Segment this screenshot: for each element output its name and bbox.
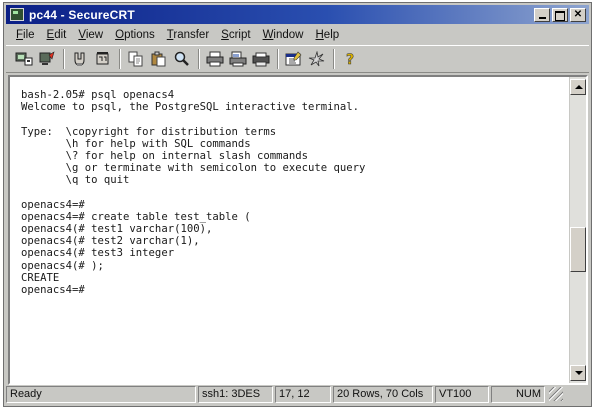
status-emulation: VT100 bbox=[435, 385, 489, 403]
terminal-line: openacs4(# test2 varchar(1), bbox=[21, 235, 200, 248]
menu-file[interactable]: File bbox=[10, 29, 41, 41]
svg-text:?: ? bbox=[346, 52, 354, 67]
menu-edit[interactable]: Edit bbox=[41, 29, 73, 41]
toolbar-separator bbox=[63, 49, 65, 69]
terminal-line: \q to quit bbox=[21, 174, 130, 187]
maximize-button[interactable] bbox=[552, 7, 568, 22]
print-selection-icon[interactable] bbox=[228, 50, 247, 69]
terminal-line: openacs4(# test1 varchar(100), bbox=[21, 223, 213, 236]
terminal-line: \? for help on internal slash commands bbox=[21, 149, 309, 162]
menu-bar: File Edit View Options Transfer Script W… bbox=[6, 25, 589, 44]
connect-tab-icon[interactable] bbox=[70, 50, 89, 69]
status-numlock: NUM bbox=[491, 385, 545, 403]
session-options-icon[interactable] bbox=[284, 50, 303, 69]
terminal-line: \g or terminate with semicolon to execut… bbox=[21, 162, 366, 175]
find-icon[interactable] bbox=[172, 50, 191, 69]
terminal-line: openacs4=# bbox=[21, 284, 85, 296]
menu-help[interactable]: Help bbox=[309, 29, 345, 41]
terminal-output[interactable]: bash-2.05# psql openacs4 Welcome to psql,… bbox=[10, 77, 569, 383]
terminal-frame: bash-2.05# psql openacs4 Welcome to psql,… bbox=[8, 75, 588, 385]
keymap-editor-icon[interactable] bbox=[307, 50, 326, 69]
status-cursor-position: 17, 12 bbox=[275, 385, 331, 403]
printer-setup-icon[interactable] bbox=[251, 50, 270, 69]
securecrt-app-icon[interactable] bbox=[10, 8, 24, 21]
menu-view[interactable]: View bbox=[72, 29, 109, 41]
toolbar-separator bbox=[119, 49, 121, 69]
terminal-line: Welcome to psql, the PostgreSQL interact… bbox=[21, 101, 360, 114]
status-bar: Ready ssh1: 3DES 17, 12 20 Rows, 70 Cols… bbox=[6, 384, 589, 404]
window-title: pc44 - SecureCRT bbox=[29, 7, 135, 22]
terminal-line: openacs4(# ); bbox=[21, 259, 104, 272]
quick-connect-icon[interactable] bbox=[37, 50, 56, 69]
terminal-line: CREATE bbox=[21, 271, 60, 284]
scroll-thumb[interactable] bbox=[570, 227, 586, 272]
toolbar-separator bbox=[277, 49, 279, 69]
resize-grip-icon[interactable] bbox=[549, 387, 563, 401]
status-terminal-size: 20 Rows, 70 Cols bbox=[333, 385, 433, 403]
menu-transfer[interactable]: Transfer bbox=[161, 29, 215, 41]
status-cipher: ssh1: 3DES bbox=[198, 385, 273, 403]
window-controls: ✕ bbox=[532, 7, 586, 22]
terminal-line: openacs4(# test3 integer bbox=[21, 247, 175, 260]
terminal-line: Type: \copyright for distribution terms bbox=[21, 125, 277, 138]
connect-icon[interactable] bbox=[14, 50, 33, 69]
status-ready: Ready bbox=[6, 385, 196, 403]
toolbar-separator bbox=[333, 49, 335, 69]
terminal-line: openacs4=# create table test_table ( bbox=[21, 210, 251, 223]
menu-window[interactable]: Window bbox=[257, 29, 310, 41]
terminal-line: \h for help with SQL commands bbox=[21, 137, 251, 150]
close-button[interactable]: ✕ bbox=[570, 7, 586, 22]
menu-options[interactable]: Options bbox=[109, 29, 161, 41]
securecrt-window: pc44 - SecureCRT ✕ File Edit View Option… bbox=[3, 2, 592, 407]
vertical-scrollbar[interactable] bbox=[569, 77, 586, 383]
menu-script[interactable]: Script bbox=[215, 29, 256, 41]
print-icon[interactable] bbox=[205, 50, 224, 69]
disconnect-icon[interactable] bbox=[93, 50, 112, 69]
terminal-line: bash-2.05# psql openacs4 bbox=[21, 89, 175, 101]
toolbar: ? bbox=[6, 45, 589, 73]
copy-icon[interactable] bbox=[126, 50, 145, 69]
scroll-down-button[interactable] bbox=[570, 365, 586, 381]
terminal-line: openacs4=# bbox=[21, 198, 85, 211]
paste-icon[interactable] bbox=[149, 50, 168, 69]
scroll-up-button[interactable] bbox=[570, 79, 586, 95]
title-bar[interactable]: pc44 - SecureCRT ✕ bbox=[6, 5, 589, 24]
help-icon[interactable]: ? bbox=[340, 50, 359, 69]
minimize-button[interactable] bbox=[534, 7, 550, 22]
toolbar-separator bbox=[198, 49, 200, 69]
